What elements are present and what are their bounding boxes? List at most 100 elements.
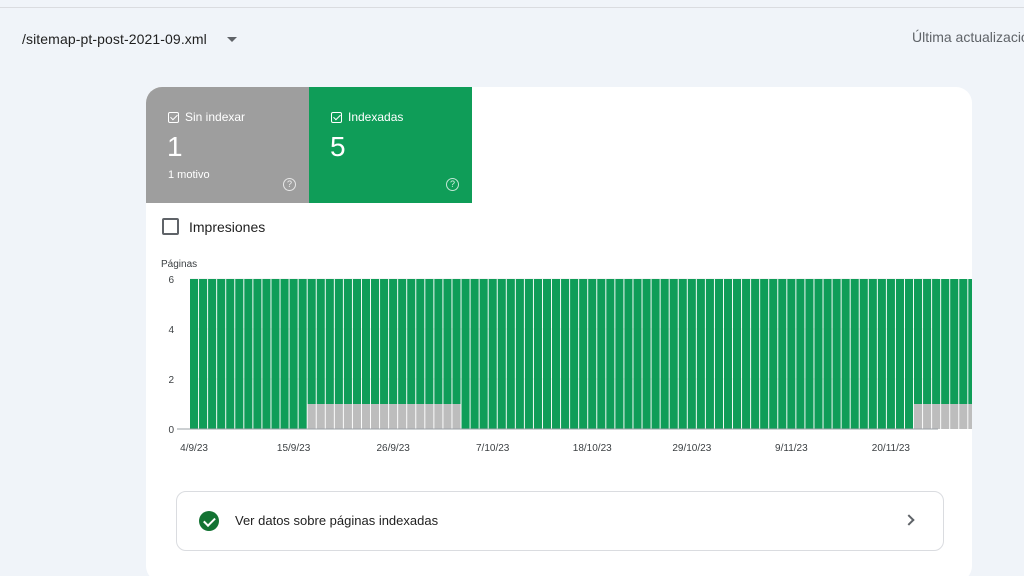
bar-indexed [316, 279, 325, 404]
bar-indexed [588, 279, 597, 429]
bar-indexed [968, 279, 972, 404]
bar-indexed [597, 279, 606, 429]
y-tick-label: 4 [168, 325, 174, 336]
coverage-card: Sin indexar 1 1 motivo ? Indexadas 5 ? I… [146, 87, 972, 576]
bar-indexed [760, 279, 769, 429]
view-indexed-pages-link[interactable]: Ver datos sobre páginas indexadas [176, 491, 944, 551]
bar-not-indexed [307, 404, 316, 429]
impressions-toggle[interactable]: Impresiones [162, 218, 265, 235]
divider [0, 7, 1024, 8]
y-tick-label: 6 [168, 275, 174, 286]
bar-not-indexed [950, 404, 959, 429]
bar-indexed [805, 279, 814, 429]
bar-not-indexed [968, 404, 972, 429]
bar-indexed [289, 279, 298, 429]
caret-down-icon [226, 36, 237, 42]
bar-indexed [524, 279, 533, 429]
bar-indexed [307, 279, 316, 404]
help-icon[interactable]: ? [283, 178, 296, 191]
x-tick-label: 15/9/23 [277, 443, 311, 454]
bar-indexed [443, 279, 452, 404]
bar-indexed [271, 279, 280, 429]
bar-not-indexed [923, 404, 932, 429]
bar-indexed [868, 279, 877, 429]
bar-indexed [877, 279, 886, 429]
bar-indexed [859, 279, 868, 429]
y-tick-label: 2 [168, 375, 174, 386]
bar-indexed [208, 279, 217, 429]
bar-indexed [235, 279, 244, 429]
bar-indexed [841, 279, 850, 429]
bar-indexed [488, 279, 497, 429]
metric-not-indexed[interactable]: Sin indexar 1 1 motivo ? [146, 87, 309, 203]
bar-indexed [823, 279, 832, 429]
bar-indexed [606, 279, 615, 429]
bar-indexed [244, 279, 253, 429]
bar-not-indexed [452, 404, 461, 429]
bar-indexed [886, 279, 895, 429]
x-tick-label: 4/9/23 [180, 443, 208, 454]
bar-not-indexed [352, 404, 361, 429]
bar-indexed [923, 279, 932, 404]
metric-not-indexed-label: Sin indexar [185, 110, 246, 124]
bar-indexed [389, 279, 398, 404]
checkbox-checked-icon[interactable] [331, 111, 342, 123]
bar-indexed [226, 279, 235, 429]
bar-indexed [723, 279, 733, 429]
bar-not-indexed [325, 404, 334, 429]
bar-indexed [705, 279, 714, 429]
bar-indexed [425, 279, 434, 404]
metric-indexed-value: 5 [330, 131, 346, 162]
bar-not-indexed [425, 404, 434, 429]
top-bar [0, 0, 1024, 7]
bar-not-indexed [380, 404, 389, 429]
metric-indexed[interactable]: Indexadas 5 ? [309, 87, 472, 203]
bar-not-indexed [932, 404, 941, 429]
bar-indexed [733, 279, 742, 429]
bar-indexed [669, 279, 678, 429]
impressions-label: Impresiones [189, 218, 266, 235]
bar-not-indexed [407, 404, 416, 429]
bar-indexed [533, 279, 542, 429]
bar-indexed [262, 279, 271, 429]
sitemap-selector[interactable]: /sitemap-pt-post-2021-09.xml [22, 28, 237, 50]
pages-chart: Páginas 0 2 4 6 4/9/23 15/9/23 26/9/23 7/10/23 18… [146, 257, 972, 467]
metric-indexed-label: Indexadas [348, 110, 404, 124]
bar-indexed [742, 279, 751, 429]
bar-indexed [380, 279, 389, 404]
bar-indexed [561, 279, 570, 429]
bar-not-indexed [434, 404, 443, 429]
bar-indexed [461, 279, 470, 429]
bar-indexed [660, 279, 669, 429]
y-tick-label: 0 [168, 425, 174, 436]
bar-indexed [190, 279, 199, 429]
bar-indexed [624, 279, 633, 429]
bar-indexed [325, 279, 334, 404]
chevron-right-icon [903, 514, 915, 526]
bar-indexed [199, 279, 208, 429]
bar-indexed [479, 279, 488, 429]
pages-chart-svg: Páginas 0 2 4 6 4/9/23 15/9/23 26/9/23 7/10/23 18… [161, 259, 972, 454]
bar-indexed [280, 279, 289, 429]
sitemap-selector-label: /sitemap-pt-post-2021-09.xml [22, 31, 207, 47]
x-tick-label: 29/10/23 [672, 443, 711, 454]
bar-indexed [850, 279, 859, 429]
metric-not-indexed-value: 1 [167, 131, 183, 162]
bar-indexed [298, 279, 307, 429]
bar-not-indexed [334, 404, 343, 429]
bar-indexed [787, 279, 796, 429]
bar-indexed [959, 279, 968, 404]
view-indexed-pages-label: Ver datos sobre páginas indexadas [235, 513, 439, 528]
checkbox-checked-icon[interactable] [168, 111, 179, 123]
bar-indexed [334, 279, 343, 404]
bar-indexed [361, 279, 371, 404]
bar-indexed [434, 279, 443, 404]
checkbox-unchecked-icon[interactable] [162, 218, 179, 235]
bar-indexed [615, 279, 624, 429]
bar-indexed [932, 279, 941, 404]
bar-indexed [832, 279, 841, 429]
bar-indexed [552, 279, 561, 429]
bar-not-indexed [941, 404, 950, 429]
bar-indexed [651, 279, 660, 429]
help-icon[interactable]: ? [446, 178, 459, 191]
